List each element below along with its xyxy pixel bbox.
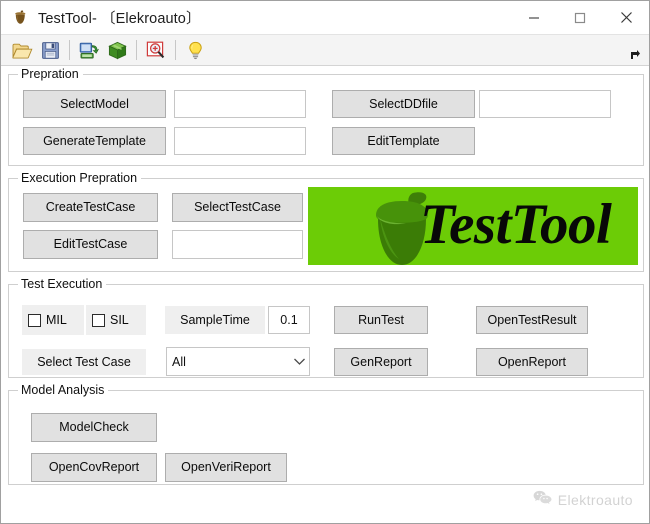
generate-template-button[interactable]: GenerateTemplate xyxy=(23,127,166,155)
toolbar-separator-2 xyxy=(136,40,137,60)
model-check-button[interactable]: ModelCheck xyxy=(31,413,157,442)
toolbar xyxy=(1,34,649,66)
select-ddfile-button[interactable]: SelectDDfile xyxy=(332,90,475,118)
open-report-button[interactable]: OpenReport xyxy=(476,348,588,376)
group-execution-prepration-title: Execution Prepration xyxy=(18,171,142,185)
open-test-result-button[interactable]: OpenTestResult xyxy=(476,306,588,334)
save-floppy-icon[interactable] xyxy=(37,37,63,63)
sample-time-label: SampleTime xyxy=(165,306,265,334)
mil-checkbox-label: MIL xyxy=(46,313,67,327)
green-cube-icon[interactable] xyxy=(104,37,130,63)
mil-checkbox-box[interactable] xyxy=(28,313,41,327)
mil-checkbox[interactable]: MIL xyxy=(22,305,84,335)
group-prepration: Prepration SelectModel SelectDDfile Gene… xyxy=(8,67,644,166)
generate-template-value-field[interactable] xyxy=(174,127,306,155)
logo-wordmark: TestTool xyxy=(420,193,612,256)
acorn-icon xyxy=(12,9,29,26)
maximize-icon[interactable] xyxy=(557,1,603,34)
group-test-execution: Test Execution MIL SIL SampleTime 0.1 Ru… xyxy=(8,277,644,378)
run-test-button[interactable]: RunTest xyxy=(334,306,428,334)
select-model-value-field[interactable] xyxy=(174,90,306,118)
client-area: Prepration SelectModel SelectDDfile Gene… xyxy=(1,66,649,523)
group-prepration-title: Prepration xyxy=(18,67,83,81)
group-execution-prepration: Execution Prepration CreateTestCase Sele… xyxy=(8,171,644,272)
window-title: TestTool- 〔Elekroauto〕 xyxy=(38,11,201,27)
title-bar-left: TestTool- 〔Elekroauto〕 xyxy=(1,7,201,28)
select-test-case-label: Select Test Case xyxy=(22,349,146,375)
group-test-execution-title: Test Execution xyxy=(18,277,107,291)
create-testcase-button[interactable]: CreateTestCase xyxy=(23,193,158,222)
open-cov-report-button[interactable]: OpenCovReport xyxy=(31,453,157,482)
test-case-select-value: All xyxy=(172,354,186,369)
close-icon[interactable] xyxy=(603,1,649,34)
chevron-down-icon[interactable] xyxy=(289,348,309,375)
watermark: Elektroauto xyxy=(533,490,633,510)
sil-checkbox[interactable]: SIL xyxy=(86,305,146,335)
toolbar-overflow-icon[interactable] xyxy=(628,48,642,62)
window-controls xyxy=(511,1,649,34)
select-model-button[interactable]: SelectModel xyxy=(23,90,166,118)
sample-time-input[interactable]: 0.1 xyxy=(268,306,310,334)
title-bar: TestTool- 〔Elekroauto〕 xyxy=(1,1,649,34)
testcase-value-field[interactable] xyxy=(172,230,303,259)
edit-template-button[interactable]: EditTemplate xyxy=(332,127,475,155)
sil-checkbox-box[interactable] xyxy=(92,313,105,327)
minimize-icon[interactable] xyxy=(511,1,557,34)
application-window: TestTool- 〔Elekroauto〕 Prepration Select… xyxy=(0,0,650,524)
gen-report-button[interactable]: GenReport xyxy=(334,348,428,376)
model-import-icon[interactable] xyxy=(76,37,102,63)
sil-checkbox-label: SIL xyxy=(110,313,129,327)
wechat-icon xyxy=(533,490,552,510)
edit-testcase-button[interactable]: EditTestCase xyxy=(23,230,158,259)
testtool-logo-panel: TestTool xyxy=(308,187,638,265)
select-ddfile-value-field[interactable] xyxy=(479,90,611,118)
toolbar-separator-3 xyxy=(175,40,176,60)
select-testcase-button[interactable]: SelectTestCase xyxy=(172,193,303,222)
test-case-select[interactable]: All xyxy=(166,347,310,376)
open-folder-icon[interactable] xyxy=(9,37,35,63)
watermark-text: Elektroauto xyxy=(557,492,633,508)
toolbar-separator-1 xyxy=(69,40,70,60)
open-veri-report-button[interactable]: OpenVeriReport xyxy=(165,453,287,482)
group-model-analysis-title: Model Analysis xyxy=(18,383,109,397)
lightbulb-icon[interactable] xyxy=(182,37,208,63)
group-model-analysis: Model Analysis ModelCheck OpenCovReport … xyxy=(8,383,644,485)
zoom-in-magnifier-icon[interactable] xyxy=(143,37,169,63)
